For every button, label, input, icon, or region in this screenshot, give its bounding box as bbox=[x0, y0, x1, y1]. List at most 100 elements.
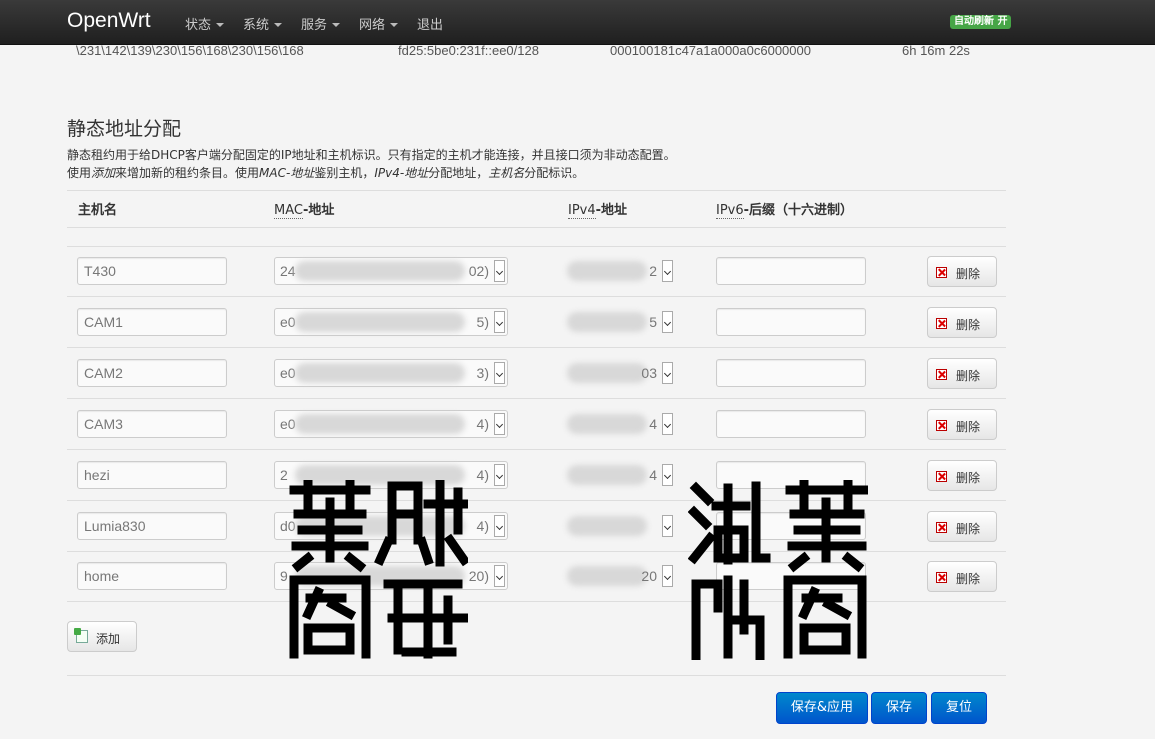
top-navbar: OpenWrt 状态 系统 服务 网络 退出 自动刷新 开 bbox=[0, 0, 1155, 45]
chevron-down-icon bbox=[494, 565, 505, 587]
chevron-down-icon bbox=[494, 260, 505, 282]
menu-status[interactable]: 状态 bbox=[185, 14, 225, 33]
save-apply-button[interactable]: 保存&应用 bbox=[776, 692, 868, 724]
chevron-down-icon bbox=[390, 23, 399, 27]
redaction-blur bbox=[567, 516, 647, 536]
mac-value-end: 5) bbox=[476, 314, 489, 330]
delete-icon bbox=[936, 267, 947, 278]
row-divider bbox=[67, 449, 1006, 450]
divider bbox=[67, 246, 1006, 247]
section-description-1: 静态租约用于给DHCP客户端分配固定的IP地址和主机标识。只有指定的主机才能连接… bbox=[67, 148, 676, 162]
delete-button[interactable]: 删除 bbox=[927, 409, 997, 440]
lease-ipv6: fd25:5be0:231f::ee0/128 bbox=[398, 43, 539, 58]
delete-button[interactable]: 删除 bbox=[927, 256, 997, 287]
delete-icon bbox=[936, 318, 947, 329]
redaction-blur bbox=[567, 465, 647, 485]
redaction-blur bbox=[567, 414, 647, 434]
divider bbox=[67, 190, 1006, 191]
chevron-down-icon bbox=[662, 515, 673, 537]
redaction-blur bbox=[295, 414, 465, 434]
menu-system[interactable]: 系统 bbox=[243, 14, 283, 33]
row-divider bbox=[67, 347, 1006, 348]
delete-button[interactable]: 删除 bbox=[927, 307, 997, 338]
delete-icon bbox=[936, 420, 947, 431]
mac-value-end: 4) bbox=[476, 467, 489, 483]
hostname-input[interactable]: Lumia830 bbox=[77, 512, 227, 540]
mac-value-end: 4) bbox=[476, 416, 489, 432]
mac-value-end: 3) bbox=[476, 365, 489, 381]
chevron-down-icon bbox=[274, 23, 283, 27]
ipv4-value-end: 4 bbox=[649, 416, 657, 432]
mac-select[interactable]: e0 4) bbox=[274, 410, 508, 438]
redaction-blur bbox=[567, 312, 647, 332]
delete-icon bbox=[936, 522, 947, 533]
lease-remaining: 6h 16m 22s bbox=[902, 43, 970, 58]
ipv6-suffix-input[interactable] bbox=[716, 410, 866, 438]
ipv6-suffix-input[interactable] bbox=[716, 359, 866, 387]
divider bbox=[67, 227, 1006, 228]
menu-network[interactable]: 网络 bbox=[359, 14, 399, 33]
add-icon bbox=[74, 628, 88, 643]
mac-value-start: 24 bbox=[280, 263, 296, 279]
chevron-down-icon bbox=[216, 23, 225, 27]
mac-value-start: 9 bbox=[280, 568, 288, 584]
delete-icon bbox=[936, 369, 947, 380]
hostname-input[interactable]: CAM2 bbox=[77, 359, 227, 387]
delete-button[interactable]: 删除 bbox=[927, 358, 997, 389]
chevron-down-icon bbox=[662, 464, 673, 486]
delete-icon bbox=[936, 572, 947, 583]
redaction-blur bbox=[295, 312, 465, 332]
ipv4-value-end: 03 bbox=[641, 365, 657, 381]
hostname-input[interactable]: home bbox=[77, 562, 227, 590]
hostname-input[interactable]: T430 bbox=[77, 257, 227, 285]
redaction-blur bbox=[567, 363, 647, 383]
save-button[interactable]: 保存 bbox=[871, 692, 927, 724]
reset-button[interactable]: 复位 bbox=[931, 692, 987, 724]
hostname-input[interactable]: hezi bbox=[77, 461, 227, 489]
ipv4-select[interactable]: 4 bbox=[566, 461, 676, 489]
redaction-blur bbox=[295, 261, 465, 281]
ipv4-value-end: 4 bbox=[649, 467, 657, 483]
brand-logo[interactable]: OpenWrt bbox=[67, 9, 151, 33]
ipv4-select[interactable]: 4 bbox=[566, 410, 676, 438]
ipv4-value-end: 2 bbox=[649, 263, 657, 279]
hostname-input[interactable]: CAM1 bbox=[77, 308, 227, 336]
delete-icon bbox=[936, 471, 947, 482]
mac-select[interactable]: e0 5) bbox=[274, 308, 508, 336]
menu-logout[interactable]: 退出 bbox=[417, 14, 443, 33]
menu-services[interactable]: 服务 bbox=[301, 14, 341, 33]
redaction-blur bbox=[567, 566, 647, 586]
mac-select[interactable]: e0 3) bbox=[274, 359, 508, 387]
redaction-blur bbox=[567, 261, 647, 281]
ipv4-select[interactable]: 20 bbox=[566, 562, 676, 590]
section-title: 静态地址分配 bbox=[67, 118, 182, 140]
header-mac: MAC-地址 bbox=[274, 203, 335, 219]
ipv4-select[interactable] bbox=[566, 512, 676, 540]
ipv6-suffix-input[interactable] bbox=[716, 257, 866, 285]
hostname-input[interactable]: CAM3 bbox=[77, 410, 227, 438]
divider bbox=[67, 675, 1006, 676]
mac-select[interactable]: 24 02) bbox=[274, 257, 508, 285]
add-button[interactable]: 添加 bbox=[67, 621, 137, 652]
ipv6-suffix-input[interactable] bbox=[716, 308, 866, 336]
chevron-down-icon bbox=[662, 565, 673, 587]
ipv4-select[interactable]: 03 bbox=[566, 359, 676, 387]
seal-left-icon bbox=[289, 480, 468, 659]
delete-button[interactable]: 删除 bbox=[927, 561, 997, 592]
section-description-2: 使用添加来增加新的租约条目。使用MAC-地址鉴别主机，IPv4-地址分配地址，主… bbox=[67, 166, 585, 180]
redaction-blur bbox=[295, 363, 465, 383]
mac-value-end: 4) bbox=[476, 518, 489, 534]
ipv4-select[interactable]: 2 bbox=[566, 257, 676, 285]
delete-button[interactable]: 删除 bbox=[927, 511, 997, 542]
auto-refresh-badge[interactable]: 自动刷新 开 bbox=[950, 15, 1012, 29]
ipv4-value-end: 5 bbox=[649, 314, 657, 330]
chevron-down-icon bbox=[494, 515, 505, 537]
ipv4-select[interactable]: 5 bbox=[566, 308, 676, 336]
mac-value-start: e0 bbox=[280, 365, 296, 381]
chevron-down-icon bbox=[662, 311, 673, 333]
row-divider bbox=[67, 398, 1006, 399]
row-divider bbox=[67, 296, 1006, 297]
chevron-down-icon bbox=[494, 311, 505, 333]
chevron-down-icon bbox=[332, 23, 341, 27]
delete-button[interactable]: 删除 bbox=[927, 460, 997, 491]
